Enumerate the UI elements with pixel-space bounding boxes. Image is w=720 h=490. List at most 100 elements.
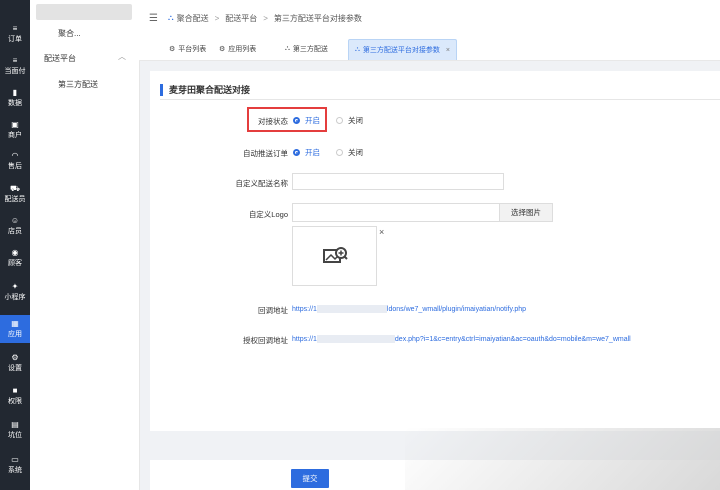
nav-merchant[interactable]: ▣ 商户 [0, 116, 30, 144]
submenu-item-third-party-delivery[interactable]: 第三方配送 [58, 79, 98, 90]
after-sales-icon: ◠ [11, 151, 19, 160]
nav-label: 顾客 [8, 260, 22, 267]
breadcrumb-home[interactable]: 聚合配送 [177, 13, 209, 24]
nav-label: 售后 [8, 163, 22, 170]
nav-apps[interactable]: ▦ 应用 [0, 315, 30, 343]
main-sidebar: ≡ 订单 ≡ 当面付 ▮ 数据 ▣ 商户 ◠ 售后 ⛟ 配送员 ☺ 店员 ◉ 顾客 ✦ 小程序 ▦ 应用 ⚙ 设置 ■ 权限 ▤… [0, 0, 30, 490]
merchant-icon: ▣ [11, 120, 19, 129]
breadcrumb-separator: > [214, 13, 220, 23]
redacted-block [316, 335, 395, 343]
submenu-header-placeholder [36, 4, 132, 20]
courier-icon: ⛟ [9, 184, 21, 193]
auto-push-label: 自动推送订单 [243, 149, 288, 158]
nav-label: 权限 [8, 398, 22, 405]
radio-unchecked-icon [336, 117, 343, 124]
auth-callback-label: 授权回调地址 [243, 336, 288, 345]
nav-courier[interactable]: ⛟ 配送员 [0, 180, 30, 208]
section-divider [160, 99, 720, 100]
nav-label: 应用 [8, 331, 22, 338]
nav-label: 小程序 [4, 294, 26, 301]
nav-label: 当面付 [4, 68, 26, 75]
chevron-up-icon[interactable]: ︿ [118, 51, 126, 62]
nav-label: 配送员 [4, 196, 26, 203]
tab-bar: ⚙ 平台列表 ⚙ 应用列表 ⛬ 第三方配送 ⛬ 第三方配送平台对接参数 × [139, 36, 720, 61]
tab-label: 第三方配送 [292, 46, 328, 53]
callback-url-prefix: https://1 [292, 305, 317, 313]
custom-name-label: 自定义配送名称 [235, 179, 289, 188]
logo-thumbnail[interactable] [292, 226, 377, 286]
submenu-group-delivery-platform[interactable]: 配送平台 [44, 53, 76, 64]
breadcrumb-current: 第三方配送平台对接参数 [273, 13, 362, 23]
breadcrumb-separator: > [263, 13, 268, 23]
orders-icon: ≡ [12, 24, 18, 33]
nav-label: 数据 [8, 100, 22, 107]
custom-name-input[interactable] [292, 173, 504, 190]
pick-image-button[interactable]: 选择图片 [499, 203, 553, 222]
auth-url-prefix: https://1 [292, 335, 317, 343]
submenu-panel: 聚合... 配送平台 ︿ 第三方配送 [30, 0, 140, 490]
apps-icon: ▦ [11, 319, 19, 328]
clerk-icon: ☺ [10, 216, 20, 225]
nav-system[interactable]: ▭ 系统 [0, 451, 30, 479]
image-zoom-icon [322, 247, 348, 263]
callback-url-label: 回调地址 [258, 306, 288, 315]
status-off-radio[interactable]: 关闭 [336, 115, 363, 126]
nav-clerk[interactable]: ☺ 店员 [0, 212, 30, 240]
auto-push-off-radio[interactable]: 关闭 [336, 147, 363, 158]
breadcrumb-level2[interactable]: 配送平台 [225, 13, 257, 24]
nav-orders[interactable]: ≡ 订单 [0, 20, 30, 48]
permissions-icon: ■ [12, 386, 18, 395]
status-on-radio[interactable]: 开启 [293, 115, 320, 126]
submit-button[interactable]: 提交 [291, 469, 329, 488]
custom-logo-input[interactable] [292, 203, 500, 222]
nav-customer[interactable]: ◉ 顾客 [0, 244, 30, 272]
nav-miniapp[interactable]: ✦ 小程序 [0, 278, 30, 306]
custom-logo-label: 自定义Logo [248, 210, 288, 219]
radio-label: 关闭 [348, 116, 363, 125]
delivery-icon: ⛬ [285, 45, 290, 52]
nav-label: 订单 [8, 36, 22, 43]
nav-label: 商户 [8, 132, 22, 139]
section-title: 麦芽田聚合配送对接 [160, 84, 250, 96]
redacted-block [316, 305, 387, 313]
menu-toggle-icon[interactable]: ☰ [149, 13, 158, 24]
tab-third-party-delivery[interactable]: ⛬ 第三方配送 [279, 39, 334, 59]
delivery-icon: ⛬ [355, 46, 360, 53]
radio-checked-icon [293, 117, 300, 124]
close-icon[interactable]: × [446, 47, 450, 54]
nav-label: 系统 [8, 467, 22, 474]
radio-label: 开启 [305, 148, 320, 157]
tab-label: 平台列表 [178, 46, 207, 53]
face-pay-icon: ≡ [12, 56, 18, 65]
nav-face-pay[interactable]: ≡ 当面付 [0, 52, 30, 80]
tab-delivery-params[interactable]: ⛬ 第三方配送平台对接参数 × [348, 39, 457, 60]
miniapp-icon: ✦ [11, 282, 19, 291]
blurred-overlay [405, 428, 720, 490]
nav-settings[interactable]: ⚙ 设置 [0, 349, 30, 377]
auth-callback-value: https://1 dex.php?i=1&c=entry&ctrl=imaiya… [292, 335, 631, 343]
tab-platform-list[interactable]: ⚙ 平台列表 [163, 39, 212, 59]
nav-data[interactable]: ▮ 数据 [0, 84, 30, 112]
settings-icon: ⚙ [169, 46, 176, 53]
callback-url-value: https://1 ldons/we7_wmall/plugin/imaiyati… [292, 305, 526, 313]
nav-permissions[interactable]: ■ 权限 [0, 382, 30, 410]
auth-url-suffix: dex.php?i=1&c=entry&ctrl=imaiyatian&ac=o… [394, 335, 631, 343]
radio-unchecked-icon [336, 149, 343, 156]
nav-label: 店员 [8, 228, 22, 235]
status-label: 对接状态 [258, 117, 288, 126]
data-icon: ▮ [12, 88, 18, 97]
breadcrumb: ☰ ⛬ 聚合配送 > 配送平台 > 第三方配送平台对接参数 [139, 0, 720, 37]
nav-after-sales[interactable]: ◠ 售后 [0, 147, 30, 175]
tab-app-list[interactable]: ⚙ 应用列表 [213, 39, 262, 59]
slots-icon: ▤ [11, 420, 19, 429]
nav-label: 坑位 [8, 432, 22, 439]
submenu-head[interactable]: 聚合... [58, 28, 81, 39]
home-icon: ⛬ [167, 13, 174, 22]
nav-slots[interactable]: ▤ 坑位 [0, 416, 30, 444]
callback-url-suffix: ldons/we7_wmall/plugin/imaiyatian/notify… [386, 305, 527, 313]
radio-label: 关闭 [348, 148, 363, 157]
radio-checked-icon [293, 149, 300, 156]
auto-push-on-radio[interactable]: 开启 [293, 147, 320, 158]
tab-label: 应用列表 [228, 46, 257, 53]
close-icon[interactable]: × [379, 227, 384, 237]
